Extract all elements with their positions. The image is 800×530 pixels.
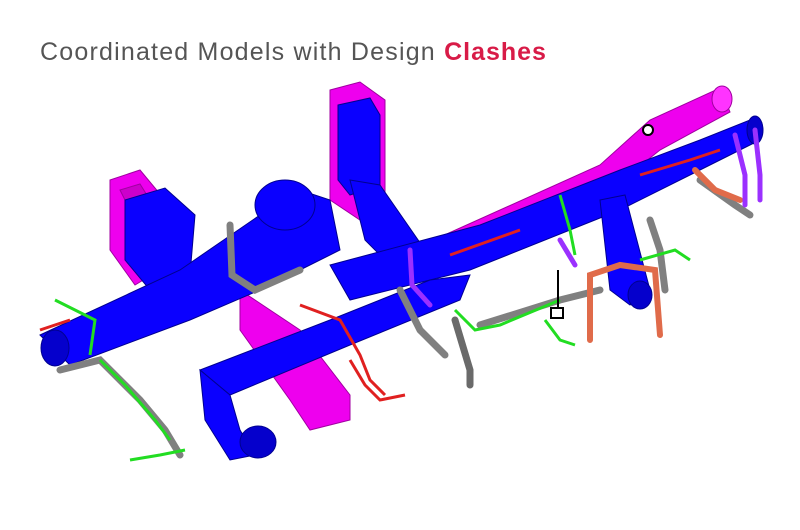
valve-marker [550,270,564,319]
clash-marker [642,124,654,136]
blue-duct-end [239,425,277,459]
blue-duct-elbow [254,179,316,231]
grey-pipe-vertical [451,316,474,389]
grey-pipe-branch-left [56,356,184,459]
blue-riser-center [337,97,381,196]
bim-model-illustration [39,81,764,462]
